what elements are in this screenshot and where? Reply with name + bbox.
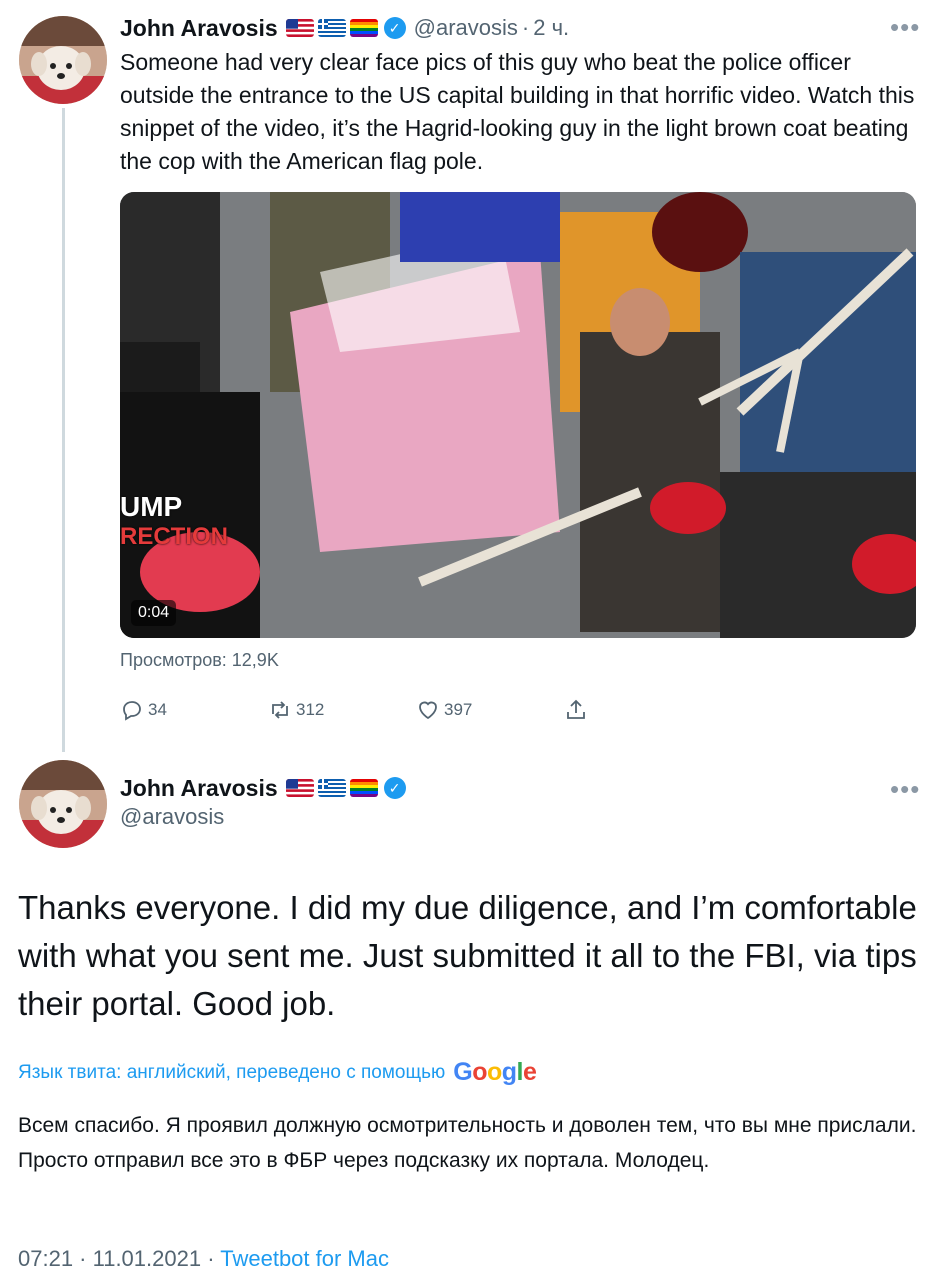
author-name[interactable]: John Aravosis [120,15,278,42]
greece-flag-icon [317,19,346,37]
tweet2-header: John Aravosis ✓ [120,772,406,804]
avatar[interactable] [19,16,107,104]
author-handle[interactable]: @aravosis [120,804,224,830]
share-icon [567,699,585,719]
translation-attribution: Язык твита: английский, переведено с пом… [18,1058,537,1087]
share-button[interactable] [564,696,592,724]
more-options-icon[interactable]: ••• [890,776,920,802]
more-options-icon[interactable]: ••• [890,14,920,40]
overlay-line-1: UMP [120,491,183,522]
google-logo: Google [453,1058,537,1086]
retweet-button[interactable]: 312 [268,696,324,724]
avatar-dog-photo [19,760,107,848]
author-name[interactable]: John Aravosis [120,775,278,802]
translated-text: Всем спасибо. Я проявил должную осмотрит… [18,1114,917,1172]
video-overlay-text: UMP RECTION [120,492,228,552]
view-count: Просмотров: 12,9K [120,650,279,670]
verified-badge-icon: ✓ [383,777,406,799]
translation-label[interactable]: Язык твита: английский, переведено с пом… [18,1062,445,1084]
client-link[interactable]: Tweetbot for Mac [220,1246,389,1271]
reply-button[interactable]: 34 [120,696,167,724]
reply-icon [123,701,141,721]
retweet-count: 312 [296,700,325,719]
rainbow-flag-icon [349,19,378,37]
tweet-video[interactable]: UMP RECTION [120,192,916,638]
tweet2-text: Thanks everyone. I did my due diligence,… [18,889,917,1022]
tweet1-text: Someone had very clear face pics of this… [120,49,915,174]
video-frame [120,192,916,638]
us-flag-icon [285,779,314,797]
heart-icon [419,701,437,720]
tweet-datetime[interactable]: 07:21 · 11.01.2021 · [18,1246,215,1271]
rainbow-flag-icon [349,779,378,797]
thread-connector-line [62,108,65,752]
author-handle[interactable]: @aravosis [414,15,518,41]
us-flag-icon [285,19,314,37]
separator-dot: · [521,15,530,40]
tweet1-header: John Aravosis ✓ @aravosis · 2 ч. [120,12,569,44]
like-button[interactable]: 397 [416,696,472,724]
overlay-line-2: RECTION [120,523,228,550]
avatar-dog-photo [19,16,107,104]
video-duration-badge: 0:04 [131,600,177,626]
avatar[interactable] [19,760,107,848]
greece-flag-icon [317,779,346,797]
verified-badge-icon: ✓ [383,17,406,39]
tweet-time[interactable]: 2 ч. [533,15,569,41]
reply-count: 34 [148,700,167,719]
tweet-footer: 07:21 · 11.01.2021 · Tweetbot for Mac [18,1246,389,1272]
retweet-icon [272,701,288,719]
like-count: 397 [444,700,473,719]
